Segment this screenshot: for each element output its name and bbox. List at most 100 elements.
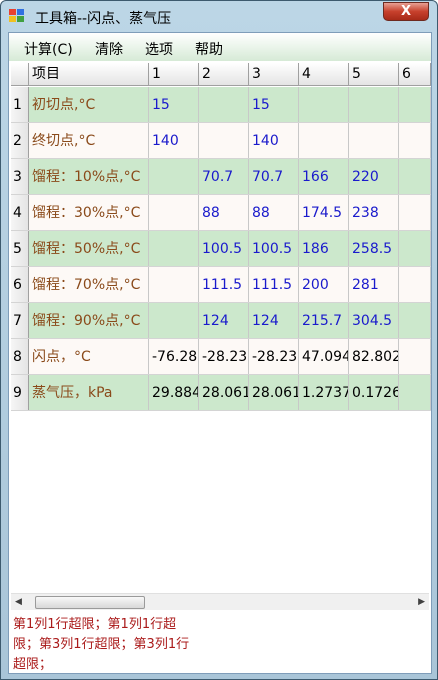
grid-cell[interactable]: 258.5 [349, 231, 399, 266]
table-row: 2 终切点,°C 140 140 [11, 123, 431, 159]
client-area: 计算(C) 清除 选项 帮助 项目 1 2 3 4 5 6 1 初切点,°C 15 15 2 终切点,°… [8, 32, 432, 674]
column-header[interactable]: 项目 [29, 63, 149, 85]
grid-cell[interactable] [399, 87, 431, 122]
row-header[interactable]: 5 [11, 231, 29, 266]
item-name-cell[interactable]: 终切点,°C [29, 123, 149, 158]
grid-cell[interactable]: 186 [299, 231, 349, 266]
menu-help[interactable]: 帮助 [195, 39, 223, 59]
grid-cell[interactable] [149, 195, 199, 230]
row-header[interactable]: 8 [11, 339, 29, 374]
column-header[interactable]: 1 [149, 63, 199, 85]
grid-cell[interactable]: 281 [349, 267, 399, 302]
grid-cell[interactable] [199, 87, 249, 122]
grid-cell[interactable] [149, 231, 199, 266]
menu-bar: 计算(C) 清除 选项 帮助 [9, 33, 431, 61]
menu-calculate[interactable]: 计算(C) [24, 39, 73, 59]
table-row: 4 馏程：30%点,°C 88 88 174.5 238 [11, 195, 431, 231]
grid-cell[interactable] [199, 123, 249, 158]
grid-cell[interactable]: 140 [249, 123, 299, 158]
grid-cell[interactable]: 304.5 [349, 303, 399, 338]
grid-cell[interactable]: 174.5 [299, 195, 349, 230]
grid-cell[interactable] [399, 339, 431, 374]
grid-cell[interactable]: 82.802 [349, 339, 399, 374]
grid-cell[interactable]: 124 [199, 303, 249, 338]
grid-cell[interactable] [399, 231, 431, 266]
grid-cell[interactable] [149, 159, 199, 194]
grid-cell[interactable]: 100.5 [249, 231, 299, 266]
grid-cell[interactable] [299, 87, 349, 122]
table-row: 6 馏程：70%点,°C 111.5 111.5 200 281 [11, 267, 431, 303]
row-header[interactable]: 2 [11, 123, 29, 158]
grid-cell[interactable]: 15 [249, 87, 299, 122]
grid-cell[interactable] [399, 375, 431, 410]
grid-corner-cell[interactable] [11, 63, 29, 85]
row-header[interactable]: 3 [11, 159, 29, 194]
menu-options[interactable]: 选项 [145, 39, 173, 59]
grid-cell[interactable]: -28.23 [199, 339, 249, 374]
data-grid[interactable]: 项目 1 2 3 4 5 6 1 初切点,°C 15 15 2 终切点,°C 140 140 3 馏程：10%点… [9, 63, 431, 621]
grid-cell[interactable] [399, 267, 431, 302]
grid-cell[interactable]: 15 [149, 87, 199, 122]
grid-cell[interactable]: 111.5 [199, 267, 249, 302]
row-header[interactable]: 6 [11, 267, 29, 302]
grid-cell[interactable] [149, 303, 199, 338]
grid-cell[interactable]: 47.094 [299, 339, 349, 374]
row-header[interactable]: 7 [11, 303, 29, 338]
grid-cell[interactable]: 0.1726 [349, 375, 399, 410]
grid-cell[interactable] [399, 303, 431, 338]
grid-cell[interactable]: 1.2737 [299, 375, 349, 410]
horizontal-scrollbar[interactable]: ◀ ▶ [11, 593, 429, 610]
table-row: 5 馏程：50%点,°C 100.5 100.5 186 258.5 [11, 231, 431, 267]
close-button[interactable]: X [383, 2, 429, 21]
item-name-cell[interactable]: 馏程：90%点,°C [29, 303, 149, 338]
column-header[interactable]: 4 [299, 63, 349, 85]
grid-cell[interactable] [349, 123, 399, 158]
grid-cell[interactable]: 111.5 [249, 267, 299, 302]
message-line: 超限； [13, 657, 53, 672]
grid-cell[interactable]: 140 [149, 123, 199, 158]
row-header[interactable]: 9 [11, 375, 29, 410]
row-header[interactable]: 4 [11, 195, 29, 230]
item-name-cell[interactable]: 馏程：10%点,°C [29, 159, 149, 194]
grid-cell[interactable] [399, 159, 431, 194]
grid-cell[interactable]: 28.061 [249, 375, 299, 410]
grid-cell[interactable] [349, 87, 399, 122]
title-bar[interactable]: 工具箱--闪点、蒸气压 X [1, 1, 437, 31]
column-header[interactable]: 2 [199, 63, 249, 85]
grid-cell[interactable]: 29.884 [149, 375, 199, 410]
menu-clear[interactable]: 清除 [95, 39, 123, 59]
grid-cell[interactable] [299, 123, 349, 158]
table-row: 9 蒸气压，kPa 29.884 28.061 28.061 1.2737 0.1726 [11, 375, 431, 411]
grid-cell[interactable]: 215.7 [299, 303, 349, 338]
item-name-cell[interactable]: 蒸气压，kPa [29, 375, 149, 410]
item-name-cell[interactable]: 初切点,°C [29, 87, 149, 122]
row-header[interactable]: 1 [11, 87, 29, 122]
grid-cell[interactable]: -28.23 [249, 339, 299, 374]
grid-cell[interactable]: 88 [249, 195, 299, 230]
grid-cell[interactable]: 70.7 [199, 159, 249, 194]
column-header[interactable]: 6 [399, 63, 431, 85]
grid-cell[interactable]: -76.28 [149, 339, 199, 374]
item-name-cell[interactable]: 闪点，°C [29, 339, 149, 374]
column-header[interactable]: 5 [349, 63, 399, 85]
item-name-cell[interactable]: 馏程：70%点,°C [29, 267, 149, 302]
grid-cell[interactable]: 220 [349, 159, 399, 194]
scroll-right-icon[interactable]: ▶ [418, 597, 425, 607]
grid-cell[interactable] [399, 123, 431, 158]
grid-cell[interactable]: 200 [299, 267, 349, 302]
grid-cell[interactable]: 100.5 [199, 231, 249, 266]
grid-cell[interactable]: 70.7 [249, 159, 299, 194]
item-name-cell[interactable]: 馏程：30%点,°C [29, 195, 149, 230]
grid-cell[interactable]: 166 [299, 159, 349, 194]
column-header[interactable]: 3 [249, 63, 299, 85]
scroll-left-icon[interactable]: ◀ [15, 597, 22, 607]
grid-cell[interactable] [399, 195, 431, 230]
scroll-thumb[interactable] [35, 596, 145, 609]
grid-cell[interactable]: 88 [199, 195, 249, 230]
grid-cell[interactable]: 28.061 [199, 375, 249, 410]
message-line: 第1列1行超限；第1列1行超 [13, 617, 177, 632]
item-name-cell[interactable]: 馏程：50%点,°C [29, 231, 149, 266]
grid-cell[interactable]: 238 [349, 195, 399, 230]
grid-cell[interactable] [149, 267, 199, 302]
grid-cell[interactable]: 124 [249, 303, 299, 338]
